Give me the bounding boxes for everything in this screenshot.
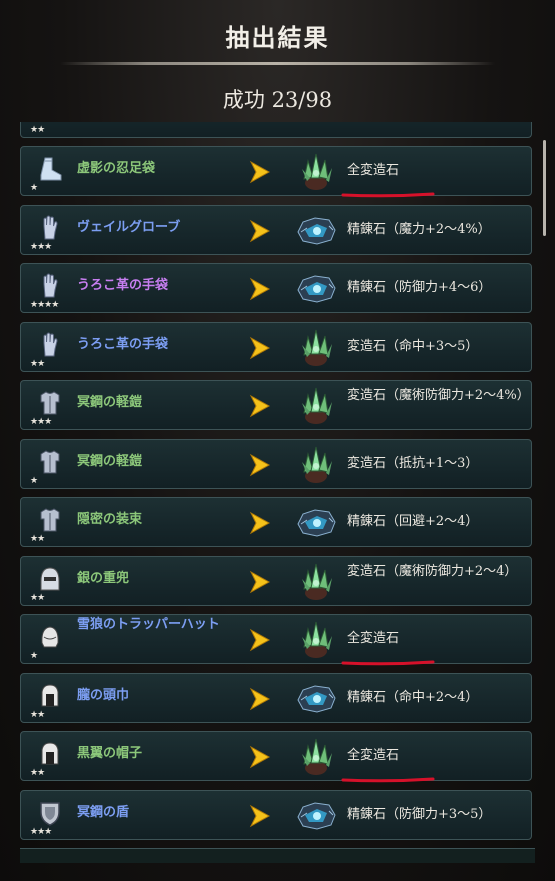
list-item[interactable]: ★ 雪狼のトラッパーハット全変造石 bbox=[20, 614, 532, 666]
blue-ore-icon bbox=[293, 268, 339, 310]
result-text: 変造石（命中+3～5） bbox=[347, 338, 479, 354]
green-crystal-icon bbox=[293, 385, 339, 427]
item-stars: ★★ bbox=[30, 768, 45, 778]
list-item[interactable]: ★★★★ うろこ革の手袋 精錬石（防御力+4～6） bbox=[20, 263, 532, 313]
list-item[interactable]: ★★ うろこ革の手袋 変造石（命中+3～5） bbox=[20, 321, 532, 372]
result-text: 精錬石（魔力+2～4%） bbox=[347, 221, 491, 237]
item-name: ヴェイルグローブ bbox=[77, 219, 181, 235]
arrow-right-icon bbox=[247, 686, 273, 712]
item-stars: ★★★ bbox=[30, 826, 52, 837]
arrow-right-icon bbox=[247, 744, 273, 770]
arrow-right-icon bbox=[247, 218, 273, 244]
arrow-right-icon bbox=[247, 335, 273, 361]
green-crystal-icon bbox=[293, 561, 339, 603]
list-item[interactable]: ★★★ 冥鋼の盾 精錬石（防御力+3～5） bbox=[20, 789, 532, 840]
result-text: 変造石（魔術防御力+2～4%） bbox=[347, 388, 530, 403]
item-stars: ★ bbox=[30, 183, 38, 193]
arrow-right-icon bbox=[247, 393, 273, 419]
blue-ore-icon bbox=[293, 210, 339, 252]
item-stars: ★★★★ bbox=[30, 300, 59, 310]
green-crystal-icon bbox=[293, 736, 339, 778]
highlight-underline bbox=[341, 651, 435, 666]
list-item[interactable]: ★ 虚影の忍足袋 全変造石 bbox=[20, 146, 532, 198]
boot-icon bbox=[37, 155, 63, 183]
list-item-partial: ★★ bbox=[20, 122, 532, 138]
blue-ore-icon bbox=[293, 678, 339, 720]
item-stars: ★★ bbox=[30, 534, 45, 544]
green-crystal-icon bbox=[293, 444, 339, 486]
shield-icon bbox=[37, 799, 63, 827]
item-stars: ★★★ bbox=[30, 241, 52, 252]
hood-icon bbox=[37, 682, 63, 710]
armor-icon bbox=[37, 389, 63, 417]
result-text: 精錬石（防御力+3～5） bbox=[347, 806, 492, 822]
item-name: 朧の頭巾 bbox=[77, 687, 130, 703]
highlight-underline bbox=[341, 183, 435, 198]
result-text: 変造石（抵抗+1～3） bbox=[347, 455, 479, 471]
item-name: うろこ革の手袋 bbox=[77, 278, 169, 293]
green-crystal-icon bbox=[293, 619, 339, 661]
list-item[interactable]: ★ 冥鋼の軽鎧 変造石（抵抗+1～3） bbox=[20, 438, 532, 489]
item-stars: ★ bbox=[30, 651, 38, 661]
item-stars: ★★ bbox=[30, 592, 45, 603]
list-item[interactable]: ★★ 黒翼の帽子 全変造石 bbox=[20, 731, 532, 783]
result-text: 全変造石 bbox=[347, 163, 400, 178]
hat-icon bbox=[37, 623, 63, 651]
helmet-icon bbox=[37, 565, 63, 593]
result-text: 全変造石 bbox=[347, 631, 400, 646]
result-text: 精錬石（回避+2～4） bbox=[347, 514, 479, 529]
list-item[interactable]: ★★ 隠密の装束 精錬石（回避+2～4） bbox=[20, 497, 532, 547]
item-name: 隠密の装束 bbox=[77, 512, 143, 527]
list-item[interactable]: ★★ 銀の重兜 変造石（魔術防御力+2～4） bbox=[20, 555, 532, 606]
green-crystal-icon bbox=[293, 151, 339, 193]
list-item[interactable]: ★★ 朧の頭巾 精錬石（命中+2～4） bbox=[20, 672, 532, 723]
item-stars: ★★ bbox=[30, 358, 45, 369]
armor-icon bbox=[37, 448, 63, 476]
item-stars: ★★★ bbox=[30, 417, 52, 427]
item-stars: ★★ bbox=[30, 709, 45, 720]
arrow-right-icon bbox=[247, 159, 273, 185]
result-text: 変造石（魔術防御力+2～4） bbox=[347, 563, 518, 579]
arrow-right-icon bbox=[247, 510, 273, 536]
blue-ore-icon bbox=[293, 795, 339, 837]
item-stars: ★ bbox=[30, 475, 38, 486]
arrow-right-icon bbox=[247, 569, 273, 595]
result-text: 精錬石（防御力+4～6） bbox=[347, 280, 492, 295]
item-name: 虚影の忍足袋 bbox=[77, 161, 156, 176]
item-stars: ★★ bbox=[30, 125, 45, 135]
scrollbar[interactable] bbox=[543, 140, 546, 236]
armor-icon bbox=[37, 506, 63, 534]
highlight-underline bbox=[341, 768, 435, 783]
hood-icon bbox=[37, 740, 63, 768]
list-item[interactable]: ★★★ 冥鋼の軽鎧 変造石（魔術防御力+2～4%） bbox=[20, 380, 532, 430]
result-title: 抽出結果 bbox=[225, 23, 330, 52]
item-name: 冥鋼の軽鎧 bbox=[77, 395, 143, 410]
glove-icon bbox=[37, 214, 63, 242]
title-divider bbox=[60, 62, 495, 65]
green-crystal-icon bbox=[293, 327, 339, 369]
item-name: 雪狼のトラッパーハット bbox=[77, 617, 220, 632]
arrow-right-icon bbox=[247, 627, 273, 653]
item-name: うろこ革の手袋 bbox=[77, 336, 169, 352]
glove-icon bbox=[37, 272, 63, 300]
blue-ore-icon bbox=[293, 502, 339, 544]
item-name: 黒翼の帽子 bbox=[77, 746, 143, 761]
item-name: 冥鋼の盾 bbox=[77, 804, 130, 820]
arrow-right-icon bbox=[247, 803, 273, 829]
success-count: 成功 23/98 bbox=[222, 88, 333, 112]
glove-icon bbox=[37, 331, 63, 359]
arrow-right-icon bbox=[247, 452, 273, 478]
list-item-partial-bottom bbox=[20, 848, 535, 863]
item-name: 銀の重兜 bbox=[77, 570, 130, 586]
result-text: 全変造石 bbox=[347, 748, 400, 763]
result-list[interactable]: ★★ ★ 虚影の忍足袋 全変造石 ★★★ ヴェイルグローブ 精錬石（魔力+2～4%） ★★★… bbox=[20, 122, 535, 862]
arrow-right-icon bbox=[247, 276, 273, 302]
result-text: 精錬石（命中+2～4） bbox=[347, 689, 479, 705]
list-item[interactable]: ★★★ ヴェイルグローブ 精錬石（魔力+2～4%） bbox=[20, 204, 532, 255]
item-name: 冥鋼の軽鎧 bbox=[77, 453, 143, 469]
